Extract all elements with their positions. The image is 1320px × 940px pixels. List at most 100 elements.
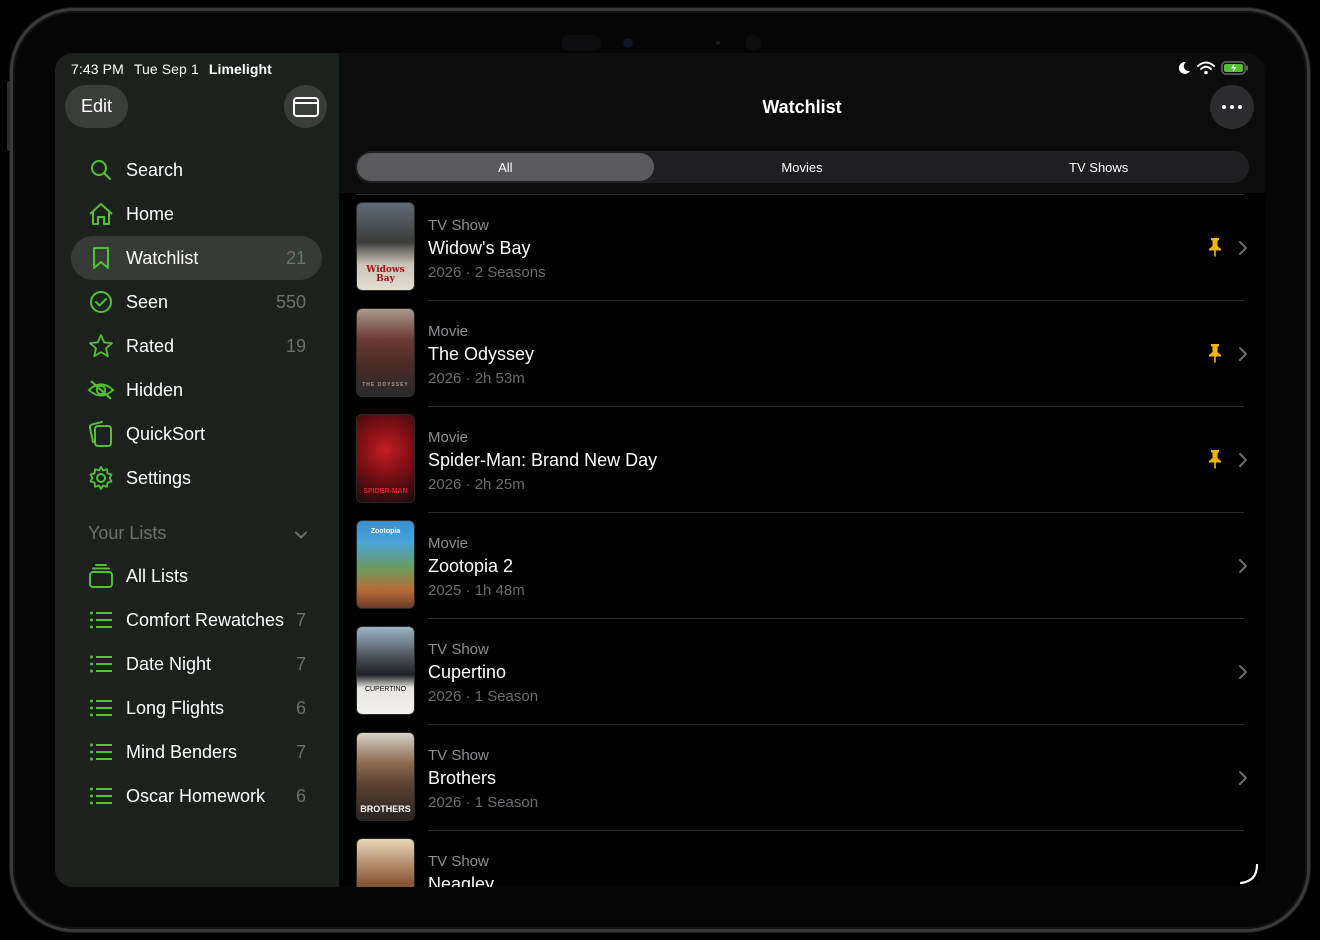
media-meta: 2026 · 1 Season: [428, 688, 539, 705]
sidebar-item-label: Date Night: [126, 653, 212, 674]
ellipsis-dot: [1230, 105, 1234, 109]
sidebar-item-label: Rated: [126, 335, 175, 356]
sidebar-item-list[interactable]: Long Flights 6: [71, 686, 322, 730]
main-content: Watchlist All Movies TV Shows Widows Bay…: [339, 53, 1265, 887]
sidebar-item-label: Seen: [126, 291, 169, 312]
list-icon: [87, 650, 115, 678]
sidebar-item-label: Mind Benders: [126, 741, 238, 762]
edit-button[interactable]: Edit: [65, 85, 128, 128]
sidebar-item-label: All Lists: [126, 565, 189, 586]
volume-button: [7, 81, 10, 151]
chevron-right-icon: [1237, 240, 1249, 256]
your-lists-header[interactable]: Your Lists: [88, 521, 308, 545]
list-item[interactable]: TV Show Neagley: [339, 831, 1265, 887]
watchlist-list: Widows Bay TV Show Widow's Bay 2026 · 2 …: [339, 194, 1265, 887]
sidebar-toggle-icon: [292, 96, 319, 117]
media-type: Movie: [428, 323, 469, 340]
sidebar-item-label: Search: [126, 159, 184, 180]
poster-image: BROTHERS: [356, 732, 415, 821]
poster-image: Widows Bay: [356, 202, 415, 291]
cards-icon: [87, 420, 115, 448]
segment-movies[interactable]: Movies: [654, 153, 951, 181]
media-type: TV Show: [428, 217, 489, 234]
page-title: Watchlist: [762, 97, 842, 117]
chevron-right-icon: [1237, 346, 1249, 362]
media-title: Neagley: [428, 874, 495, 887]
search-icon: [87, 156, 115, 184]
ellipsis-dot: [1238, 105, 1242, 109]
sidebar-nav: Search Home Watchlist 21 Seen 550 Rated …: [71, 148, 322, 500]
sidebar-item-quicksort[interactable]: QuickSort: [71, 412, 322, 456]
moon-icon: [1177, 61, 1191, 80]
sidebar-item-label: Comfort Rewatches: [126, 609, 285, 630]
home-icon: [87, 200, 115, 228]
media-title: Cupertino: [428, 662, 507, 682]
poster-image: THE ODYSSEY: [356, 308, 415, 397]
media-type: TV Show: [428, 641, 489, 658]
sidebar-item-rated[interactable]: Rated 19: [71, 324, 322, 368]
pin-icon[interactable]: [1208, 343, 1222, 363]
pin-icon[interactable]: [1208, 237, 1222, 257]
wifi-icon: [1197, 61, 1215, 80]
checkmark-circle-icon: [87, 288, 115, 316]
sidebar-item-label: Watchlist: [126, 247, 199, 268]
more-options-button[interactable]: [1210, 85, 1254, 129]
status-bar-left: 7:43 PM Tue Sep 1 Limelight: [71, 61, 272, 77]
sidebar-item-list[interactable]: Comfort Rewatches 7: [71, 598, 322, 642]
list-item[interactable]: BROTHERS TV Show Brothers 2026 · 1 Seaso…: [339, 725, 1265, 831]
poster-title: Widows Bay: [366, 265, 405, 284]
chevron-down-icon: [294, 526, 308, 540]
sidebar-item-label: QuickSort: [126, 423, 206, 444]
list-icon: [87, 738, 115, 766]
toggle-sidebar-button[interactable]: [284, 85, 327, 128]
screen: 7:43 PM Tue Sep 1 Limelight Edit Search …: [55, 53, 1265, 887]
poster-image: CUPERTINO: [356, 626, 415, 715]
media-title: Widow's Bay: [428, 238, 531, 258]
sidebar-item-search[interactable]: Search: [71, 148, 322, 192]
list-item[interactable]: Widows Bay TV Show Widow's Bay 2026 · 2 …: [339, 195, 1265, 301]
segment-all[interactable]: All: [357, 153, 654, 181]
sidebar-item-label: Hidden: [126, 379, 184, 400]
sidebar-item-list[interactable]: Oscar Homework 6: [71, 774, 322, 818]
list-item[interactable]: SPIDER-MAN Movie Spider-Man: Brand New D…: [339, 407, 1265, 513]
sidebar-item-count: 19: [285, 335, 306, 356]
status-time: 7:43 PM: [71, 61, 124, 77]
battery-charging-icon: [1221, 61, 1249, 80]
sidebar-item-list[interactable]: Date Night 7: [71, 642, 322, 686]
media-meta: 2026 · 2h 25m: [428, 476, 525, 493]
poster-title: THE ODYSSEY: [362, 382, 409, 388]
media-type: Movie: [428, 535, 469, 552]
sidebar-item-label: Home: [126, 203, 175, 224]
sidebar: 7:43 PM Tue Sep 1 Limelight Edit Search …: [55, 53, 339, 887]
media-type: TV Show: [428, 853, 489, 870]
chevron-right-icon: [1237, 452, 1249, 468]
sidebar-item-hidden[interactable]: Hidden: [71, 368, 322, 412]
media-meta: 2026 · 2 Seasons: [428, 264, 546, 281]
status-date: Tue Sep 1: [133, 61, 199, 77]
poster-title: Zootopia: [370, 528, 401, 535]
sidebar-item-count: 550: [275, 291, 306, 312]
list-item[interactable]: THE ODYSSEY Movie The Odyssey 2026 · 2h …: [339, 301, 1265, 407]
sidebar-item-watchlist[interactable]: Watchlist 21: [71, 236, 322, 280]
media-title: Spider-Man: Brand New Day: [428, 450, 658, 470]
poster-title: SPIDER-MAN: [363, 488, 408, 495]
sidebar-item-all-lists[interactable]: All Lists: [71, 554, 322, 598]
segment-tv-shows[interactable]: TV Shows: [950, 153, 1247, 181]
sidebar-item-list[interactable]: Mind Benders 7: [71, 730, 322, 774]
sidebar-item-home[interactable]: Home: [71, 192, 322, 236]
loading-spinner-icon: [1237, 863, 1259, 887]
status-bar-right: [1177, 61, 1249, 80]
sidebar-item-seen[interactable]: Seen 550: [71, 280, 322, 324]
gear-icon: [87, 464, 115, 492]
poster-image: SPIDER-MAN: [356, 414, 415, 503]
user-lists: All Lists Comfort Rewatches 7 Date Night…: [71, 554, 322, 818]
sidebar-item-settings[interactable]: Settings: [71, 456, 322, 500]
list-item[interactable]: CUPERTINO TV Show Cupertino 2026 · 1 Sea…: [339, 619, 1265, 725]
star-icon: [87, 332, 115, 360]
list-item[interactable]: Zootopia Movie Zootopia 2 2025 · 1h 48m: [339, 513, 1265, 619]
poster-image: Zootopia: [356, 520, 415, 609]
pin-icon[interactable]: [1208, 449, 1222, 469]
poster-image: [356, 838, 415, 887]
list-icon: [87, 606, 115, 634]
sidebar-item-count: 7: [295, 741, 306, 762]
